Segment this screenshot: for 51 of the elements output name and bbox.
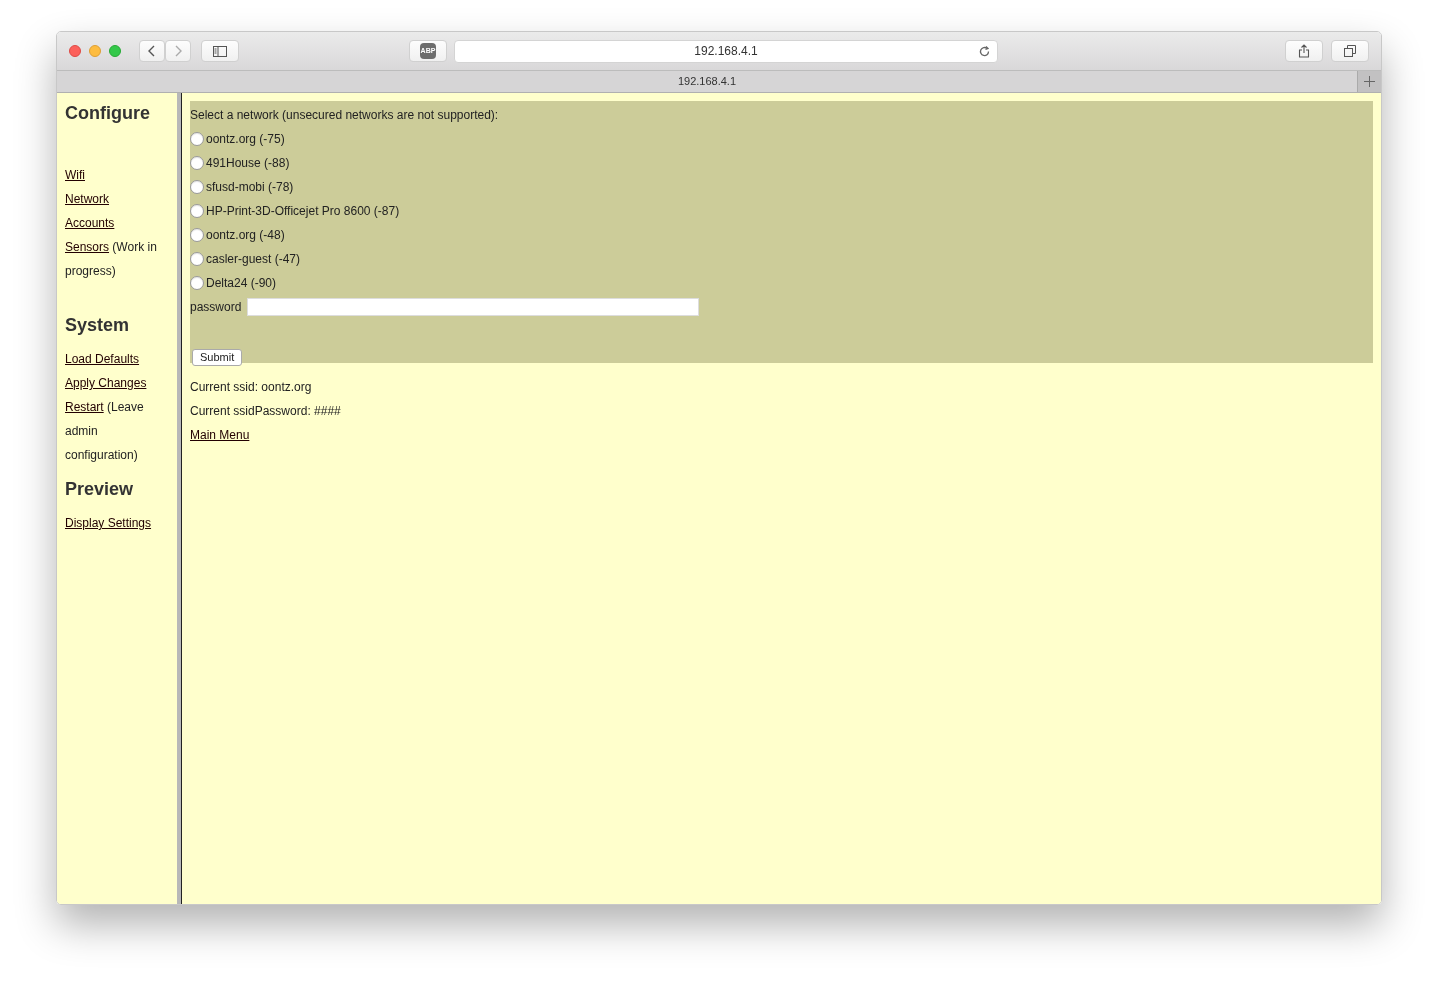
radio-button[interactable] [190,252,204,266]
radio-button[interactable] [190,228,204,242]
main-menu-link[interactable]: Main Menu [190,428,250,442]
share-icon [1298,44,1310,58]
nav-link[interactable]: Apply Changes [65,376,147,390]
section-heading: System [65,314,131,337]
network-label[interactable]: oontz.org (-48) [206,226,285,244]
nav-link[interactable]: Display Settings [65,516,152,530]
tabs-overview-button[interactable] [1331,40,1369,62]
radio-button[interactable] [190,132,204,146]
minimize-button[interactable] [89,45,101,57]
status-text: Current ssidPassword: #### [190,403,341,420]
back-button[interactable] [139,40,165,62]
forward-chevron-icon [174,45,182,57]
network-label[interactable]: HP-Print-3D-Officejet Pro 8600 (-87) [206,202,400,220]
radio-button[interactable] [190,204,204,218]
section-heading: Preview [65,478,135,501]
form-prompt: Select a network (unsecured networks are not supported): [190,107,500,124]
zoom-button[interactable] [109,45,121,57]
password-label: password [190,299,242,316]
radio-button[interactable] [190,180,204,194]
nav-link[interactable]: Wifi [65,168,85,182]
new-tab-button[interactable] [1357,71,1381,92]
network-label[interactable]: oontz.org (-75) [206,130,285,148]
share-button[interactable] [1285,40,1323,62]
section-heading: Configure [65,102,151,125]
reload-icon[interactable] [978,44,991,58]
forward-button[interactable] [165,40,191,62]
network-label[interactable]: casler-guest (-47) [206,250,301,268]
radio-button[interactable] [190,276,204,290]
nav-link[interactable]: Sensors [65,240,110,254]
nav-link[interactable]: Restart [65,400,104,414]
address-field[interactable]: 192.168.4.1 [454,39,998,63]
nav-item-text: Sensors (Work in progress) [65,239,158,280]
radio-button[interactable] [190,156,204,170]
tabs-icon [1344,45,1356,57]
sidebar-button[interactable] [201,40,239,62]
submit-button[interactable]: Submit [192,349,243,366]
close-button[interactable] [69,45,81,57]
nav-link[interactable]: Network [65,192,109,206]
network-label[interactable]: Delta24 (-90) [206,274,277,292]
password-field[interactable] [247,298,700,316]
nav-item-text: Restart (Leave admin configuration) [65,399,145,464]
network-label[interactable]: sfusd-mobi (-78) [206,178,294,196]
status-text: Current ssid: oontz.org [190,379,312,396]
nav-link[interactable]: Accounts [65,216,115,230]
sidebar-icon [213,45,227,57]
plus-icon [1364,76,1375,87]
nav-link[interactable]: Load Defaults [65,352,140,366]
network-label[interactable]: 491House (-88) [206,154,290,172]
back-chevron-icon [148,45,156,57]
